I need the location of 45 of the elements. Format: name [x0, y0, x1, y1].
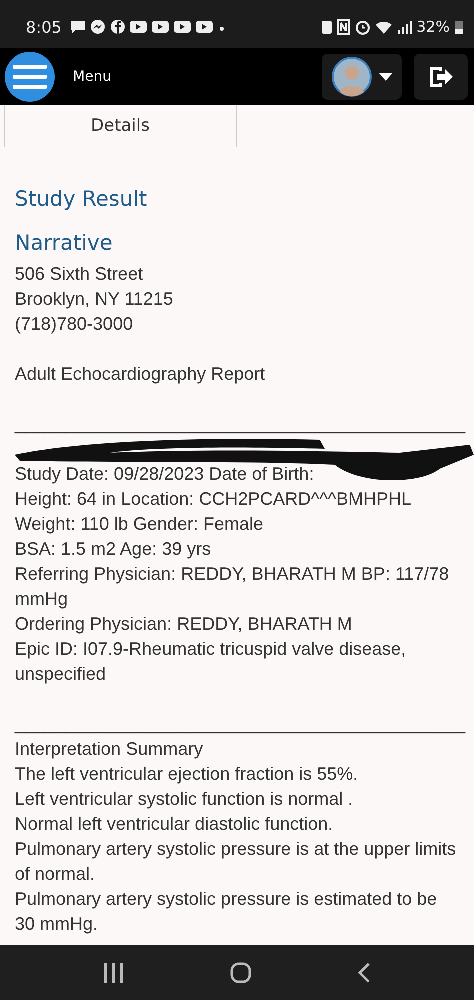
caret-icon — [378, 72, 392, 80]
report-title: Adult Echocardiography Report — [15, 363, 266, 386]
video-play-icon — [196, 19, 214, 35]
video-play-icon — [174, 19, 192, 35]
home-icon[interactable] — [230, 962, 252, 984]
wifi-icon — [374, 19, 393, 35]
summary-line: Normal left ventricular diastolic function. — [15, 813, 334, 836]
study-date-line: Study Date: 09/28/2023 Date of Birth: — [15, 463, 316, 486]
separator-line: _____________________________________________ — [15, 413, 467, 436]
report-detail: Epic ID: I07.9-Rheumatic tricuspid valve disease, unspecified — [15, 638, 408, 686]
battery-percent: 32% — [416, 18, 450, 36]
profile-button[interactable] — [322, 54, 402, 100]
report-detail: Weight: 110 lb Gender: Female — [15, 513, 264, 536]
address-line: (718)780-3000 — [15, 313, 134, 336]
dot-icon — [220, 27, 224, 31]
narrative-heading: Narrative — [15, 231, 114, 255]
status-time: 8:05 — [26, 18, 62, 36]
alarm-icon — [354, 19, 371, 35]
logout-button[interactable] — [414, 54, 468, 100]
recent-apps-icon[interactable] — [102, 962, 125, 982]
avatar-icon — [332, 56, 372, 96]
logout-icon — [428, 64, 454, 88]
report-detail: Referring Physician: REDDY, BHARATH M BP: 117/78 mmHg — [15, 563, 450, 611]
menu-button[interactable] — [5, 52, 55, 102]
details-tab[interactable]: Details — [4, 105, 237, 147]
video-play-icon — [130, 19, 148, 35]
menu-icon — [13, 64, 47, 90]
signal-icon — [396, 19, 413, 35]
summary-line: Left ventricular systolic function is normal . — [15, 788, 354, 811]
address-line: Brooklyn, NY 11215 — [15, 288, 174, 311]
separator-line: _____________________________________________ — [15, 713, 467, 736]
summary-line: Pulmonary artery systolic pressure is estimated to be 30 mmHg. — [15, 888, 438, 936]
address-line: 506 Sixth Street — [15, 263, 144, 286]
study-result-heading: Study Result — [15, 187, 148, 211]
summary-heading: Interpretation Summary — [15, 738, 204, 761]
battery-icon — [454, 19, 464, 35]
report-detail: Height: 64 in Location: CCH2PCARD^^^BMHPHL — [15, 488, 412, 511]
summary-line: Pulmonary artery systolic pressure is at the upper limits of normal. — [15, 838, 458, 886]
report-detail: BSA: 1.5 m2 Age: 39 yrs — [15, 538, 212, 561]
report-detail: Ordering Physician: REDDY, BHARATH M — [15, 613, 354, 636]
video-play-icon — [152, 19, 170, 35]
menu-label: Menu — [73, 68, 112, 84]
back-icon[interactable] — [357, 962, 372, 984]
message-icon — [70, 19, 86, 35]
summary-line: The left ventricular ejection fraction is 55%. — [15, 763, 360, 786]
